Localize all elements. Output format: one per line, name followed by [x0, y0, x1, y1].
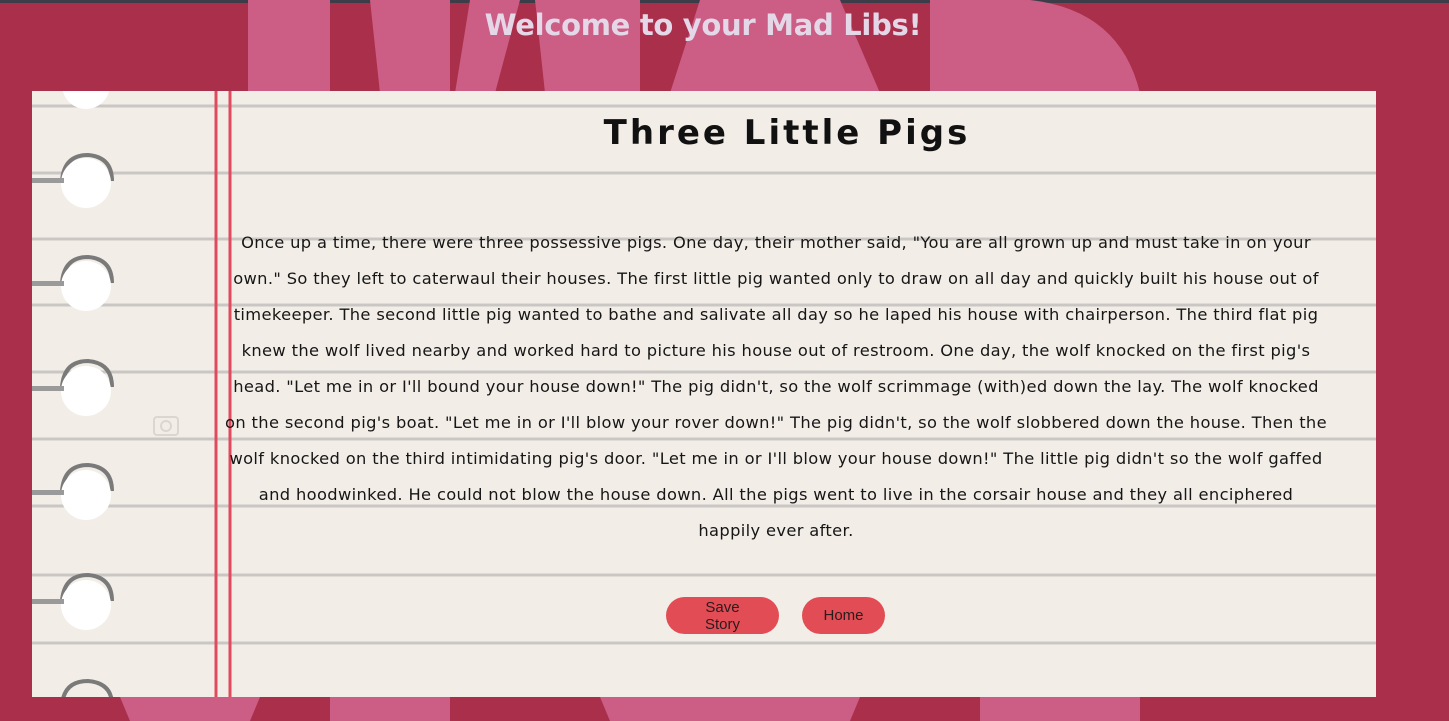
- story-text: Once up a time, there were three possess…: [225, 233, 1327, 540]
- notebook-paper: Three Little Pigs Once up a time, there …: [32, 91, 1376, 697]
- save-story-button[interactable]: Save Story: [666, 597, 779, 634]
- story-title: Three Little Pigs: [603, 113, 971, 153]
- home-button[interactable]: Home: [802, 597, 885, 634]
- page-title: Welcome to your Mad Libs!: [484, 8, 922, 42]
- story-actions: Save Story Home: [666, 597, 885, 634]
